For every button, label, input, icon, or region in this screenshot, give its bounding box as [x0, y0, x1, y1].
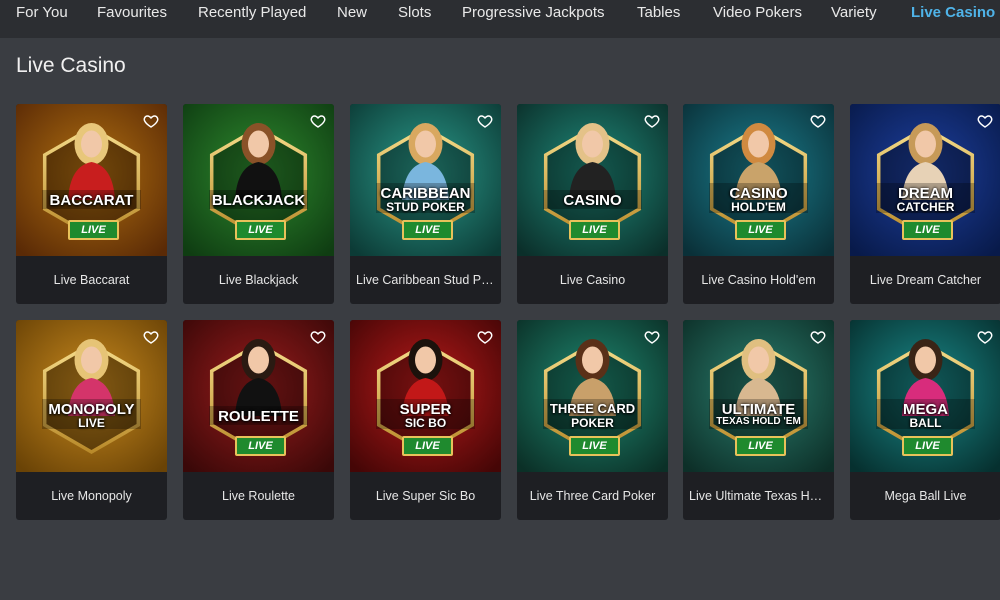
nav-tab-for-you[interactable]: For You — [16, 0, 68, 26]
game-thumbnail[interactable]: ULTIMATE TEXAS HOLD 'EM LIVE — [683, 320, 834, 472]
heart-icon[interactable] — [310, 113, 326, 129]
game-thumbnail[interactable]: CARIBBEAN STUD POKER LIVE — [350, 104, 501, 256]
live-badge: LIVE — [235, 220, 286, 240]
game-card[interactable]: CASINO HOLD'EM LIVE Live Casino Hold'em — [683, 104, 834, 304]
game-title[interactable]: Live Roulette — [189, 472, 328, 520]
game-thumbnail[interactable]: BLACKJACK LIVE — [183, 104, 334, 256]
live-badge: LIVE — [402, 436, 453, 456]
game-logo-subtitle: HOLD'EM — [731, 200, 786, 214]
nav-tab-live-casino[interactable]: Live Casino — [911, 0, 995, 26]
live-badge: LIVE — [569, 436, 620, 456]
game-thumbnail[interactable]: THREE CARD POKER LIVE — [517, 320, 668, 472]
game-title[interactable]: Live Three Card Poker — [523, 472, 662, 520]
heart-icon[interactable] — [810, 329, 826, 345]
live-badge: LIVE — [735, 220, 786, 240]
game-logo-subtitle: SIC BO — [404, 416, 447, 430]
game-thumbnail[interactable]: DREAM CATCHER LIVE — [850, 104, 1000, 256]
game-thumbnail[interactable]: MEGA BALL LIVE — [850, 320, 1000, 472]
heart-icon[interactable] — [143, 329, 159, 345]
game-card[interactable]: MONOPOLY LIVE Live Monopoly — [16, 320, 167, 520]
game-title[interactable]: Live Casino Hold'em — [689, 256, 828, 304]
game-thumbnail[interactable]: ROULETTE LIVE — [183, 320, 334, 472]
game-card[interactable]: SUPER SIC BO LIVE Live Super Sic Bo — [350, 320, 501, 520]
live-badge: LIVE — [735, 436, 786, 456]
nav-tab-recently-played[interactable]: Recently Played — [198, 0, 306, 26]
page-title: Live Casino — [16, 54, 126, 77]
game-logo-title: THREE CARD — [549, 401, 636, 416]
game-title[interactable]: Live Super Sic Bo — [356, 472, 495, 520]
game-title[interactable]: Live Ultimate Texas Hold'em — [689, 472, 828, 520]
nav-tab-progressive-jackpots[interactable]: Progressive Jackpots — [462, 0, 605, 26]
game-logo-subtitle: TEXAS HOLD 'EM — [716, 416, 801, 427]
live-badge: LIVE — [235, 436, 286, 456]
heart-icon[interactable] — [644, 329, 660, 345]
game-logo-subtitle: BALL — [909, 416, 942, 430]
game-thumbnail[interactable]: CASINO LIVE — [517, 104, 668, 256]
heart-icon[interactable] — [310, 329, 326, 345]
game-card[interactable]: ULTIMATE TEXAS HOLD 'EM LIVE Live Ultimate … — [683, 320, 834, 520]
game-title[interactable]: Live Baccarat — [22, 256, 161, 304]
live-badge: LIVE — [569, 220, 620, 240]
game-title[interactable]: Live Monopoly — [22, 472, 161, 520]
heart-icon[interactable] — [477, 329, 493, 345]
game-card[interactable]: MEGA BALL LIVE Mega Ball Live — [850, 320, 1000, 520]
nav-tab-variety[interactable]: Variety — [831, 0, 877, 26]
heart-icon[interactable] — [477, 113, 493, 129]
game-thumbnail[interactable]: BACCARAT LIVE — [16, 104, 167, 256]
nav-tab-favourites[interactable]: Favourites — [97, 0, 167, 26]
game-logo-subtitle: STUD POKER — [386, 200, 465, 214]
heart-icon[interactable] — [644, 113, 660, 129]
game-logo-title: BACCARAT — [49, 192, 134, 209]
nav-tab-slots[interactable]: Slots — [398, 0, 431, 26]
game-title[interactable]: Mega Ball Live — [856, 472, 995, 520]
game-card[interactable]: CASINO LIVE Live Casino — [517, 104, 668, 304]
heart-icon[interactable] — [810, 113, 826, 129]
heart-icon[interactable] — [977, 329, 993, 345]
game-card[interactable]: BACCARAT LIVE Live Baccarat — [16, 104, 167, 304]
game-logo-subtitle: LIVE — [78, 416, 105, 430]
heart-icon[interactable] — [143, 113, 159, 129]
game-logo-subtitle: POKER — [571, 416, 614, 430]
game-thumbnail[interactable]: CASINO HOLD'EM LIVE — [683, 104, 834, 256]
game-card[interactable]: BLACKJACK LIVE Live Blackjack — [183, 104, 334, 304]
game-logo-title: ROULETTE — [218, 408, 299, 425]
game-card[interactable]: CARIBBEAN STUD POKER LIVE Live Caribbean St… — [350, 104, 501, 304]
game-card[interactable]: DREAM CATCHER LIVE Live Dream Catcher — [850, 104, 1000, 304]
game-card[interactable]: THREE CARD POKER LIVE Live Three Card Poker — [517, 320, 668, 520]
live-badge: LIVE — [68, 220, 119, 240]
game-logo-subtitle: CATCHER — [896, 200, 955, 214]
game-title[interactable]: Live Casino — [523, 256, 662, 304]
game-thumbnail[interactable]: MONOPOLY LIVE — [16, 320, 167, 472]
game-logo-title: BLACKJACK — [211, 192, 306, 209]
nav-tab-new[interactable]: New — [337, 0, 367, 26]
game-title[interactable]: Live Dream Catcher — [856, 256, 995, 304]
game-thumbnail[interactable]: SUPER SIC BO LIVE — [350, 320, 501, 472]
top-navigation: For You Favourites Recently Played New Slots… — [0, 0, 1000, 38]
game-logo-title: CASINO — [563, 192, 622, 209]
live-badge: LIVE — [902, 436, 953, 456]
live-badge: LIVE — [402, 220, 453, 240]
live-badge: LIVE — [902, 220, 953, 240]
game-title[interactable]: Live Caribbean Stud Poker — [356, 256, 495, 304]
nav-tab-video-pokers[interactable]: Video Pokers — [713, 0, 802, 26]
nav-tab-tables[interactable]: Tables — [637, 0, 680, 26]
game-title[interactable]: Live Blackjack — [189, 256, 328, 304]
heart-icon[interactable] — [977, 113, 993, 129]
game-card[interactable]: ROULETTE LIVE Live Roulette — [183, 320, 334, 520]
